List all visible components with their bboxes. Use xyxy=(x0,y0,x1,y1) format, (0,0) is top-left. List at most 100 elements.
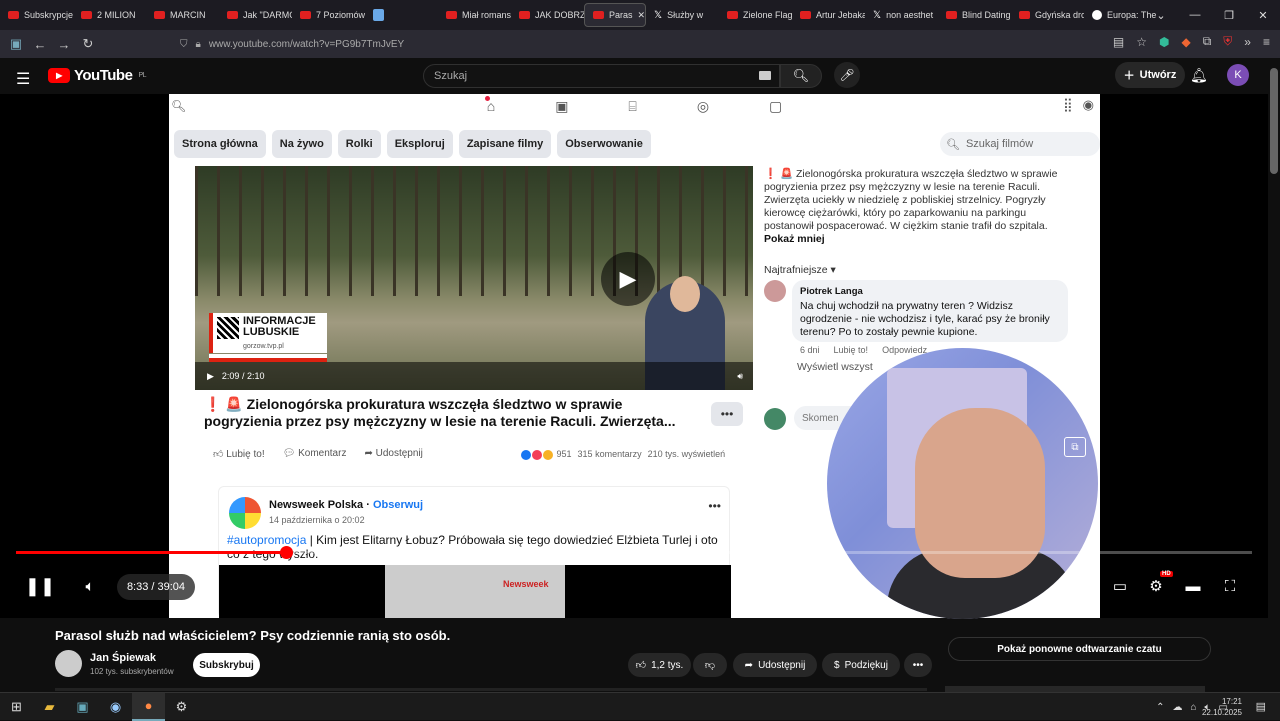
voice-search-button[interactable]: 🎤︎ xyxy=(834,62,860,88)
video-player[interactable]: 🔍︎ ⌂ ▣ ⌸ ◎ ▢ ⣿ ◉ Strona główna Na żywo Rol… xyxy=(0,94,1268,619)
browser-tab[interactable] xyxy=(365,0,438,30)
youtube-icon xyxy=(446,11,457,19)
overflow-icon[interactable]: » xyxy=(1244,35,1251,49)
sidebar-toggle-icon[interactable]: ▣ xyxy=(4,36,28,52)
puzzle-icon[interactable]: ⧉ xyxy=(1203,34,1212,49)
channel-avatar[interactable] xyxy=(55,650,82,677)
extension-shield-icon[interactable]: ⬢ xyxy=(1159,35,1169,49)
browser-tab[interactable]: JAK DOBRZE xyxy=(511,0,584,30)
address-bar[interactable]: ⛉ 🔒︎ www.youtube.com/watch?v=PG9b7TmJvEY xyxy=(180,34,1050,54)
scrubber-knob[interactable] xyxy=(280,546,293,559)
search-button[interactable]: 🔍︎ xyxy=(780,64,822,88)
hamburger-icon[interactable]: ☰ xyxy=(16,69,30,89)
browser-tab[interactable]: Blind Dating xyxy=(938,0,1011,30)
fb-tab-chip: Strona główna xyxy=(174,130,266,158)
taskbar-clock[interactable]: 17:21 22.10.2025 xyxy=(1202,696,1242,718)
fullscreen-button[interactable]: ⛶ xyxy=(1218,571,1242,601)
tab-list-icon[interactable]: ⌄ xyxy=(1144,0,1178,30)
start-windows-icon[interactable]: ⊞ xyxy=(0,693,33,721)
scrollbar-thumb[interactable] xyxy=(1270,68,1278,174)
network-icon[interactable]: ⌂ xyxy=(1191,702,1197,713)
progress-bar[interactable] xyxy=(16,546,1252,559)
account-avatar[interactable]: K xyxy=(1227,64,1249,86)
browser-tab[interactable]: MARCIN xyxy=(146,0,219,30)
newsweek-page-name: Newsweek Polska · Obserwuj xyxy=(269,499,424,511)
google-icon xyxy=(1092,10,1102,20)
tray-chevron-icon[interactable]: ⌃ xyxy=(1156,702,1164,713)
cloud-icon[interactable]: ☁ xyxy=(1173,702,1183,713)
like-button[interactable]: 👍︎ 1,2 tys. xyxy=(628,653,691,677)
volume-button[interactable]: 🔈︎ xyxy=(78,571,102,601)
tab-label: Subskrypcje xyxy=(24,10,73,20)
extension-fox-icon[interactable]: ◆ xyxy=(1181,35,1190,49)
back-button[interactable]: ← xyxy=(28,37,52,52)
maximize-button[interactable]: ❐ xyxy=(1212,0,1246,30)
browser-tab[interactable]: 𝕏non aesthet xyxy=(865,0,938,30)
fb-post-title: ❗ 🚨 Zielonogórska prokuratura wszczęła ś… xyxy=(204,396,676,429)
bookmark-star-icon[interactable]: ☆ xyxy=(1136,35,1147,49)
commenter-avatar xyxy=(764,280,786,302)
browser-tab[interactable]: Artur Jebaka xyxy=(792,0,865,30)
like-count: 1,2 tys. xyxy=(651,659,684,671)
pause-icon: ❚❚ xyxy=(24,575,56,596)
steam-icon[interactable]: ◉ xyxy=(99,693,132,721)
tab-label: Blind Dating xyxy=(962,10,1011,20)
dislike-button[interactable]: 👎︎ xyxy=(693,653,727,677)
firefox-icon[interactable]: ● xyxy=(132,692,165,721)
extension-badge-icon[interactable]: ⛨ xyxy=(1223,34,1232,49)
browser-tab[interactable]: Paras ✕ xyxy=(584,3,646,27)
keyboard-icon[interactable] xyxy=(759,71,771,80)
chat-replay-button[interactable]: Pokaż ponowne odtwarzanie czatu xyxy=(948,637,1211,661)
pause-button[interactable]: ❚❚ xyxy=(24,571,56,601)
browser-tab[interactable]: Jak "DARMO xyxy=(219,0,292,30)
youtube-icon xyxy=(800,11,811,19)
page-scrollbar[interactable] xyxy=(1268,58,1280,698)
thumbs-up-icon: 👍︎ xyxy=(635,660,647,671)
file-explorer-icon[interactable]: ▰ xyxy=(33,693,66,721)
fb-video-icon: ▣ xyxy=(555,97,569,114)
search-input[interactable]: Szukaj xyxy=(423,64,780,88)
autoplay-toggle[interactable] xyxy=(1063,577,1099,595)
newsweek-post-date: 14 października o 20:02 xyxy=(269,515,365,525)
browser-tab[interactable]: 𝕏 Służby w xyxy=(646,0,719,30)
more-actions-button[interactable]: ••• xyxy=(904,653,932,677)
reload-button[interactable]: ↻ xyxy=(76,36,100,52)
create-button[interactable]: ＋ Utwórz xyxy=(1115,62,1185,88)
hd-badge: HD xyxy=(1160,571,1173,577)
reader-icon[interactable]: ▤ xyxy=(1113,35,1124,49)
fb-comment-action: 💬︎ Komentarz xyxy=(282,448,347,459)
comment-sort: Najtrafniejsze ▾ xyxy=(764,264,836,276)
fb-tab-chip: Zapisane filmy xyxy=(458,130,552,158)
browser-tab[interactable]: Zielone Flag xyxy=(719,0,792,30)
browser-tab[interactable]: Gdyńska dro xyxy=(1011,0,1084,30)
browser-tab[interactable]: Subskrypcje xyxy=(0,0,73,30)
close-tab-icon[interactable]: ✕ xyxy=(638,10,645,21)
time-display: 8:33 / 39:04 xyxy=(117,574,195,600)
youtube-logo[interactable]: ▶ YouTube PL xyxy=(48,67,146,84)
settings-app-icon[interactable]: ⚙ xyxy=(165,693,198,721)
share-icon: ➦ xyxy=(744,659,754,671)
browser-tab[interactable]: 2 MILION xyxy=(73,0,146,30)
browser-tab[interactable]: Miał romans xyxy=(438,0,511,30)
subtitles-button[interactable]: ▭ xyxy=(1108,571,1132,601)
browser-tab[interactable]: 7 Poziomów xyxy=(292,0,365,30)
fb-top-right: ⣿ ◉ xyxy=(1063,97,1094,113)
generic-icon xyxy=(373,9,384,21)
subscribe-button[interactable]: Subskrybuj xyxy=(193,653,260,677)
fb-like-action: 👍︎ Lubię to! xyxy=(213,449,265,460)
menu-icon[interactable]: ≡ xyxy=(1263,35,1270,49)
share-button[interactable]: ➦ Udostępnij xyxy=(733,653,817,677)
channel-name[interactable]: Jan Śpiewak xyxy=(90,652,156,664)
forward-button[interactable]: → xyxy=(52,37,76,52)
close-window-button[interactable]: ✕ xyxy=(1246,0,1280,30)
notifications-bell-icon[interactable]: 🔔︎ xyxy=(1190,67,1208,84)
tab-label: Miał romans xyxy=(462,10,511,20)
region-code: PL xyxy=(138,72,146,79)
monitor-app-icon[interactable]: ▣ xyxy=(66,693,99,721)
minimize-button[interactable]: — xyxy=(1178,0,1212,30)
picture-in-picture-icon[interactable]: ⧉ xyxy=(1064,437,1086,457)
theater-mode-button[interactable]: ▬ xyxy=(1181,571,1205,601)
thanks-button[interactable]: $ Podziękuj xyxy=(822,653,900,677)
notification-center-icon[interactable]: ▤ xyxy=(1256,700,1266,713)
fb-search-icon: 🔍︎ xyxy=(946,138,960,151)
